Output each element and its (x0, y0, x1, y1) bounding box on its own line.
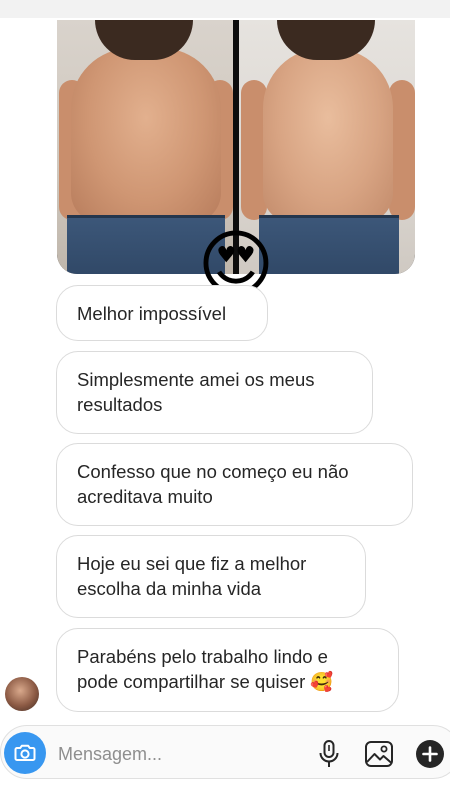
sender-avatar[interactable] (5, 677, 39, 711)
plus-icon (416, 740, 444, 768)
message-composer (0, 723, 450, 781)
camera-icon (14, 744, 36, 761)
composer-field (0, 725, 450, 779)
message-bubble[interactable]: Simplesmente amei os meus resultados (56, 351, 373, 434)
direct-message-thread: 😍 Melhor impossível Simplesmente amei os… (0, 0, 450, 800)
message-bubble[interactable]: Hoje eu sei que fiz a melhor escolha da … (56, 535, 366, 618)
message-bubble[interactable]: Melhor impossível (56, 285, 268, 341)
bottom-strip (0, 781, 450, 800)
microphone-button[interactable] (314, 739, 344, 769)
microphone-icon (319, 740, 339, 767)
top-strip (0, 0, 450, 18)
gallery-icon (365, 741, 393, 767)
message-input[interactable] (58, 741, 298, 767)
message-bubble[interactable]: Parabéns pelo trabalho lindo e pode comp… (56, 628, 399, 712)
message-bubble[interactable]: Confesso que no começo eu não acreditava… (56, 443, 413, 526)
camera-button[interactable] (4, 732, 46, 774)
gallery-button[interactable] (364, 739, 394, 769)
more-button[interactable] (415, 739, 445, 769)
